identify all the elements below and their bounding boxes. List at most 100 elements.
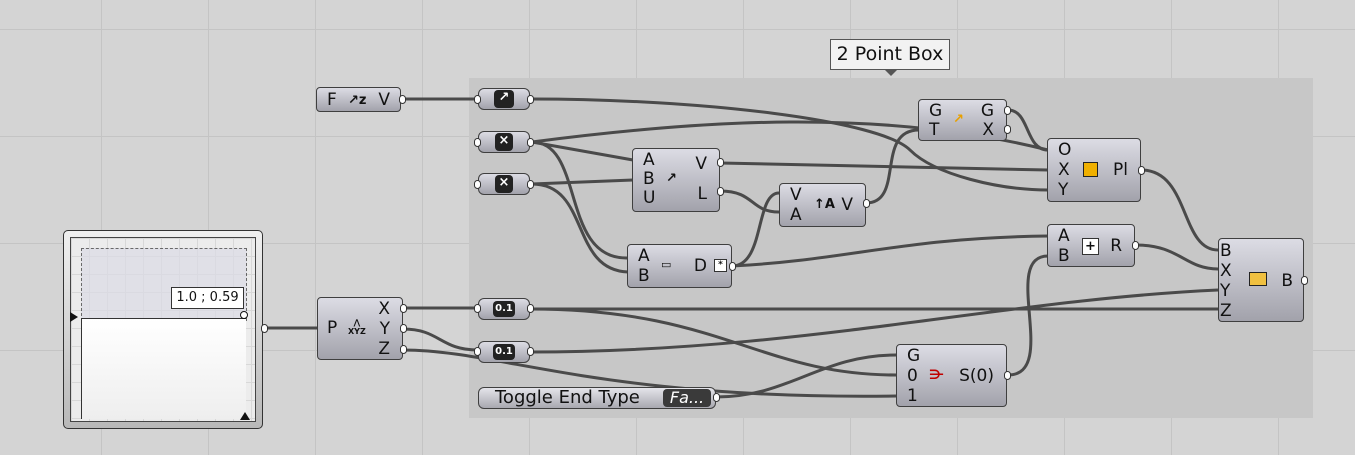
point-param-icon: ×	[495, 175, 513, 193]
point-param-2[interactable]: ×	[478, 173, 530, 195]
output-d: D	[693, 256, 707, 276]
number-param-label: 0.1	[493, 344, 515, 360]
deconstruct-point-component[interactable]: P ⋀ XYZ X Y Z	[317, 297, 403, 360]
output-nub[interactable]	[400, 304, 407, 313]
wire	[529, 288, 1219, 354]
output-nub[interactable]	[1301, 276, 1308, 285]
output-nub[interactable]	[527, 304, 534, 313]
output-v: V	[378, 90, 390, 110]
output-nub[interactable]	[1004, 125, 1011, 134]
input-x: X	[1058, 160, 1070, 180]
input-u: U	[643, 188, 656, 208]
output-nub[interactable]	[261, 324, 268, 333]
box-icon	[1249, 272, 1267, 286]
wire	[531, 182, 629, 274]
input-y: Y	[1058, 180, 1069, 200]
output-nub[interactable]	[527, 347, 534, 356]
output-nub[interactable]	[1132, 241, 1139, 250]
xyz-icon: ⋀ XYZ	[348, 318, 366, 336]
input-a: A	[1058, 226, 1070, 246]
output-nub[interactable]	[527, 180, 534, 189]
input-t: T	[929, 120, 940, 140]
wire	[1007, 254, 1049, 377]
wire	[719, 189, 780, 214]
output-nub[interactable]	[400, 345, 407, 354]
output-nub[interactable]	[399, 95, 406, 104]
vector-param[interactable]: ↗	[478, 88, 530, 110]
input-f: F	[327, 90, 337, 110]
input-1: 1	[907, 386, 918, 406]
md-slider-handle[interactable]	[240, 311, 248, 319]
point-param-icon: ×	[495, 133, 513, 151]
md-slider-x-marker	[240, 412, 250, 420]
input-y: Y	[1220, 281, 1231, 301]
output-g: G	[980, 101, 994, 121]
number-param-2[interactable]: 0.1	[478, 341, 530, 363]
input-nub[interactable]	[474, 180, 481, 189]
output-nub[interactable]	[1004, 106, 1011, 115]
two-point-vector-icon: ↗	[666, 171, 677, 186]
wire	[529, 307, 897, 377]
md-slider[interactable]	[63, 230, 263, 429]
wire	[731, 234, 1049, 268]
addition-component[interactable]: A B + R	[1047, 224, 1135, 267]
output-nub[interactable]	[1004, 371, 1011, 380]
distance-component[interactable]: A B ▭ D *	[627, 244, 732, 288]
two-point-vector-component[interactable]: A B U ↗ V L	[632, 148, 720, 212]
center-box-component[interactable]: B X Y Z B	[1218, 238, 1304, 322]
output-nub[interactable]	[1138, 166, 1145, 175]
ruler-icon: ▭	[661, 258, 672, 271]
amplitude-icon: ↑A	[814, 197, 835, 212]
stream-filter-component[interactable]: G 0 1 ⋺ S(0)	[896, 344, 1007, 407]
input-g: G	[907, 346, 921, 366]
input-nub[interactable]	[474, 304, 481, 313]
wire	[1140, 168, 1219, 252]
input-nub[interactable]	[474, 347, 481, 356]
input-b: B	[643, 169, 655, 189]
wire	[531, 178, 634, 186]
wire	[719, 161, 1049, 172]
output-r: R	[1110, 236, 1122, 256]
input-b: B	[1058, 246, 1070, 266]
output-nub[interactable]	[717, 187, 724, 196]
output-nub[interactable]	[527, 138, 534, 147]
input-x: X	[1220, 261, 1232, 281]
plane-origin-component[interactable]: O X Y Pl	[1047, 138, 1141, 202]
wire	[531, 140, 629, 260]
output-b: B	[1281, 271, 1293, 291]
md-slider-dashed-region	[81, 248, 247, 321]
move-component[interactable]: G T ↗ G X	[918, 99, 1007, 141]
md-slider-area[interactable]	[70, 237, 256, 422]
wire	[715, 353, 897, 399]
output-nub[interactable]	[863, 199, 870, 208]
input-z: Z	[1220, 301, 1232, 321]
move-icon: ↗	[953, 112, 964, 127]
output-x: X	[378, 299, 390, 319]
output-nub[interactable]	[713, 393, 720, 402]
output-nub[interactable]	[717, 158, 724, 167]
vector-z-icon: ↗z	[348, 93, 367, 108]
input-0: 0	[907, 366, 918, 386]
graft-icon: *	[714, 259, 727, 272]
amplitude-component[interactable]: V A ↑A V	[779, 183, 866, 227]
vector-param-icon: ↗	[494, 90, 514, 108]
output-v: V	[841, 195, 853, 215]
output-nub[interactable]	[400, 324, 407, 333]
input-a: A	[638, 246, 650, 266]
vector-z-component[interactable]: F ↗z V	[316, 87, 401, 112]
input-nub[interactable]	[474, 138, 481, 147]
plus-icon: +	[1082, 238, 1099, 255]
number-param-1[interactable]: 0.1	[478, 298, 530, 320]
input-o: O	[1058, 140, 1072, 160]
toggle-value[interactable]: Fa...	[663, 389, 711, 407]
wire	[1135, 243, 1219, 271]
output-nub[interactable]	[527, 95, 534, 104]
output-nub[interactable]	[729, 262, 736, 271]
input-b: B	[638, 266, 650, 286]
input-a: A	[643, 150, 655, 170]
md-slider-y-marker	[70, 312, 78, 322]
wire	[402, 327, 479, 352]
point-param-1[interactable]: ×	[478, 131, 530, 153]
input-nub[interactable]	[474, 95, 481, 104]
boolean-toggle[interactable]: Toggle End Type Fa...	[478, 387, 716, 409]
